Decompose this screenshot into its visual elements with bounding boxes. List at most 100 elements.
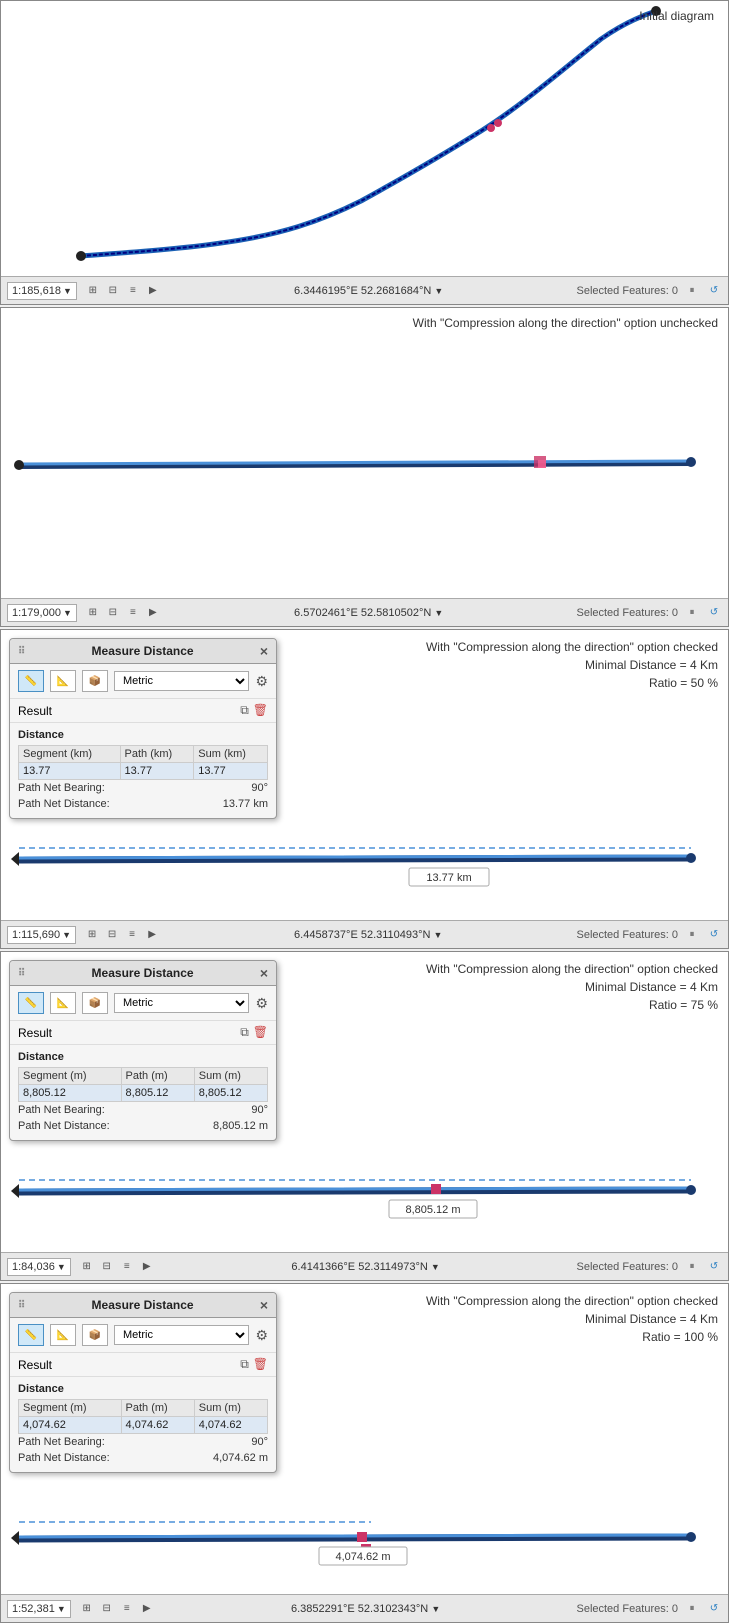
coord-dropdown-1[interactable]: ▼: [434, 286, 443, 296]
status-bar-1: 1:185,618 ▼ ⊞ ⊟ ≡ ▶ 6.3446195°E 52.26816…: [1, 276, 728, 304]
close-btn-3[interactable]: ×: [260, 643, 268, 659]
clear-btn-5[interactable]: 🗑: [253, 1357, 268, 1372]
unit-select-5[interactable]: Metric: [114, 1325, 249, 1345]
nav-icon-3a[interactable]: ⊞: [84, 927, 100, 943]
status-coord-5: 6.3852291°E 52.3102343°N ▼: [163, 1603, 569, 1615]
measure-toolbar-4: 📏 📐 📦 Metric ⚙: [10, 986, 276, 1021]
refresh-btn-3[interactable]: ↺: [706, 927, 722, 943]
pause-btn-2[interactable]: ⏸: [684, 605, 700, 621]
coord-dropdown-2[interactable]: ▼: [434, 608, 443, 618]
val-segment-5: 4,074.62: [19, 1417, 122, 1434]
point-right-3: [686, 853, 696, 863]
result-label-4: Result: [18, 1026, 52, 1040]
pause-btn-5[interactable]: ⏸: [684, 1601, 700, 1617]
scale-dropdown-arrow-3: ▼: [62, 930, 71, 940]
nav-icon-2a[interactable]: ⊞: [85, 605, 101, 621]
refresh-btn-5[interactable]: ↺: [706, 1601, 722, 1617]
diagram-label-1: Initial diagram: [639, 9, 714, 23]
copy-btn-3[interactable]: ⧉: [240, 703, 249, 718]
close-btn-4[interactable]: ×: [260, 965, 268, 981]
scale-box-3[interactable]: 1:115,690 ▼: [7, 926, 76, 944]
nav-icon-4b[interactable]: ⊟: [99, 1259, 115, 1275]
clear-btn-3[interactable]: 🗑: [253, 703, 268, 718]
tool-bearing-4[interactable]: 📦: [82, 992, 108, 1014]
nav-icon-1d[interactable]: ▶: [145, 283, 161, 299]
nav-icon-5a[interactable]: ⊞: [79, 1601, 95, 1617]
val-sum-3: 13.77: [194, 763, 268, 780]
selected-features-2: Selected Features: 0: [576, 607, 678, 619]
tool-area-3[interactable]: 📐: [50, 670, 76, 692]
refresh-btn-2[interactable]: ↺: [706, 605, 722, 621]
diagram-area-3: With "Compression along the direction" o…: [1, 630, 729, 920]
status-icons-3: ⊞ ⊟ ≡ ▶: [84, 927, 160, 943]
clear-btn-4[interactable]: 🗑: [253, 1025, 268, 1040]
panel-1: Initial diagram 1:185,618 ▼ ⊞ ⊟ ≡ ▶ 6.34…: [0, 0, 729, 305]
unit-select-4[interactable]: Metric: [114, 993, 249, 1013]
nav-icon-2d[interactable]: ▶: [145, 605, 161, 621]
pause-btn-1[interactable]: ⏸: [684, 283, 700, 299]
coord-dropdown-5[interactable]: ▼: [431, 1604, 440, 1614]
scale-box-2[interactable]: 1:179,000 ▼: [7, 604, 77, 622]
nav-icon-3b[interactable]: ⊟: [104, 927, 120, 943]
nav-icon-5b[interactable]: ⊟: [99, 1601, 115, 1617]
measure-toolbar-3: 📏 📐 📦 Metric ⚙: [10, 664, 276, 699]
measure-panel-4: ⠿ Measure Distance × 📏 📐 📦 Metric ⚙ Resu…: [9, 960, 277, 1141]
tool-area-4[interactable]: 📐: [50, 992, 76, 1014]
tool-ruler-3[interactable]: 📏: [18, 670, 44, 692]
result-label-5: Result: [18, 1358, 52, 1372]
panel-4: With "Compression along the direction" o…: [0, 951, 729, 1281]
val-sum-4: 8,805.12: [194, 1085, 267, 1102]
refresh-btn-1[interactable]: ↺: [706, 283, 722, 299]
coord-dropdown-3[interactable]: ▼: [434, 930, 443, 940]
tool-bearing-3[interactable]: 📦: [82, 670, 108, 692]
distance-table-5: Segment (m) Path (m) Sum (m) 4,074.62 4,…: [18, 1399, 268, 1434]
result-actions-5: ⧉ 🗑: [240, 1357, 268, 1372]
scale-box-5[interactable]: 1:52,381 ▼: [7, 1600, 71, 1618]
status-right-2: Selected Features: 0 ⏸ ↺: [576, 605, 722, 621]
tool-bearing-5[interactable]: 📦: [82, 1324, 108, 1346]
nav-icon-1a[interactable]: ⊞: [85, 283, 101, 299]
result-label-3: Result: [18, 704, 52, 718]
nav-icon-5c[interactable]: ≡: [119, 1601, 135, 1617]
col-sum-3: Sum (km): [194, 746, 268, 763]
nav-icon-2b[interactable]: ⊟: [105, 605, 121, 621]
pause-btn-3[interactable]: ⏸: [684, 927, 700, 943]
result-actions-3: ⧉ 🗑: [240, 703, 268, 718]
copy-btn-4[interactable]: ⧉: [240, 1025, 249, 1040]
selected-features-5: Selected Features: 0: [576, 1603, 678, 1615]
tool-area-5[interactable]: 📐: [50, 1324, 76, 1346]
drag-handle-5: ⠿: [18, 1300, 25, 1311]
nav-icon-5d[interactable]: ▶: [139, 1601, 155, 1617]
scale-box-1[interactable]: 1:185,618 ▼: [7, 282, 77, 300]
nav-icon-3d[interactable]: ▶: [144, 927, 160, 943]
nav-icon-4d[interactable]: ▶: [139, 1259, 155, 1275]
nav-icon-4a[interactable]: ⊞: [79, 1259, 95, 1275]
measure-toolbar-5: 📏 📐 📦 Metric ⚙: [10, 1318, 276, 1353]
nav-icon-1c[interactable]: ≡: [125, 283, 141, 299]
settings-btn-4[interactable]: ⚙: [255, 995, 268, 1012]
val-path-5: 4,074.62: [121, 1417, 194, 1434]
copy-btn-5[interactable]: ⧉: [240, 1357, 249, 1372]
coord-dropdown-4[interactable]: ▼: [431, 1262, 440, 1272]
bearing-val-3: 90°: [251, 782, 268, 794]
nav-icon-1b[interactable]: ⊟: [105, 283, 121, 299]
point-mid-1: [487, 124, 495, 132]
close-btn-5[interactable]: ×: [260, 1297, 268, 1313]
point-start-1: [76, 251, 86, 261]
scale-dropdown-arrow-1: ▼: [63, 286, 72, 296]
tool-ruler-5[interactable]: 📏: [18, 1324, 44, 1346]
result-bar-5: Result ⧉ 🗑: [10, 1353, 276, 1377]
nav-icon-2c[interactable]: ≡: [125, 605, 141, 621]
refresh-btn-4[interactable]: ↺: [706, 1259, 722, 1275]
tool-ruler-4[interactable]: 📏: [18, 992, 44, 1014]
nav-icon-3c[interactable]: ≡: [124, 927, 140, 943]
unit-select-3[interactable]: Metric: [114, 671, 249, 691]
settings-btn-5[interactable]: ⚙: [255, 1327, 268, 1344]
nav-icon-4c[interactable]: ≡: [119, 1259, 135, 1275]
scale-box-4[interactable]: 1:84,036 ▼: [7, 1258, 71, 1276]
pause-btn-4[interactable]: ⏸: [684, 1259, 700, 1275]
measure-panel-title-4: Measure Distance: [25, 966, 259, 980]
settings-btn-3[interactable]: ⚙: [255, 673, 268, 690]
diagram-label-2: With "Compression along the direction" o…: [413, 316, 718, 330]
status-right-1: Selected Features: 0 ⏸ ↺: [576, 283, 722, 299]
